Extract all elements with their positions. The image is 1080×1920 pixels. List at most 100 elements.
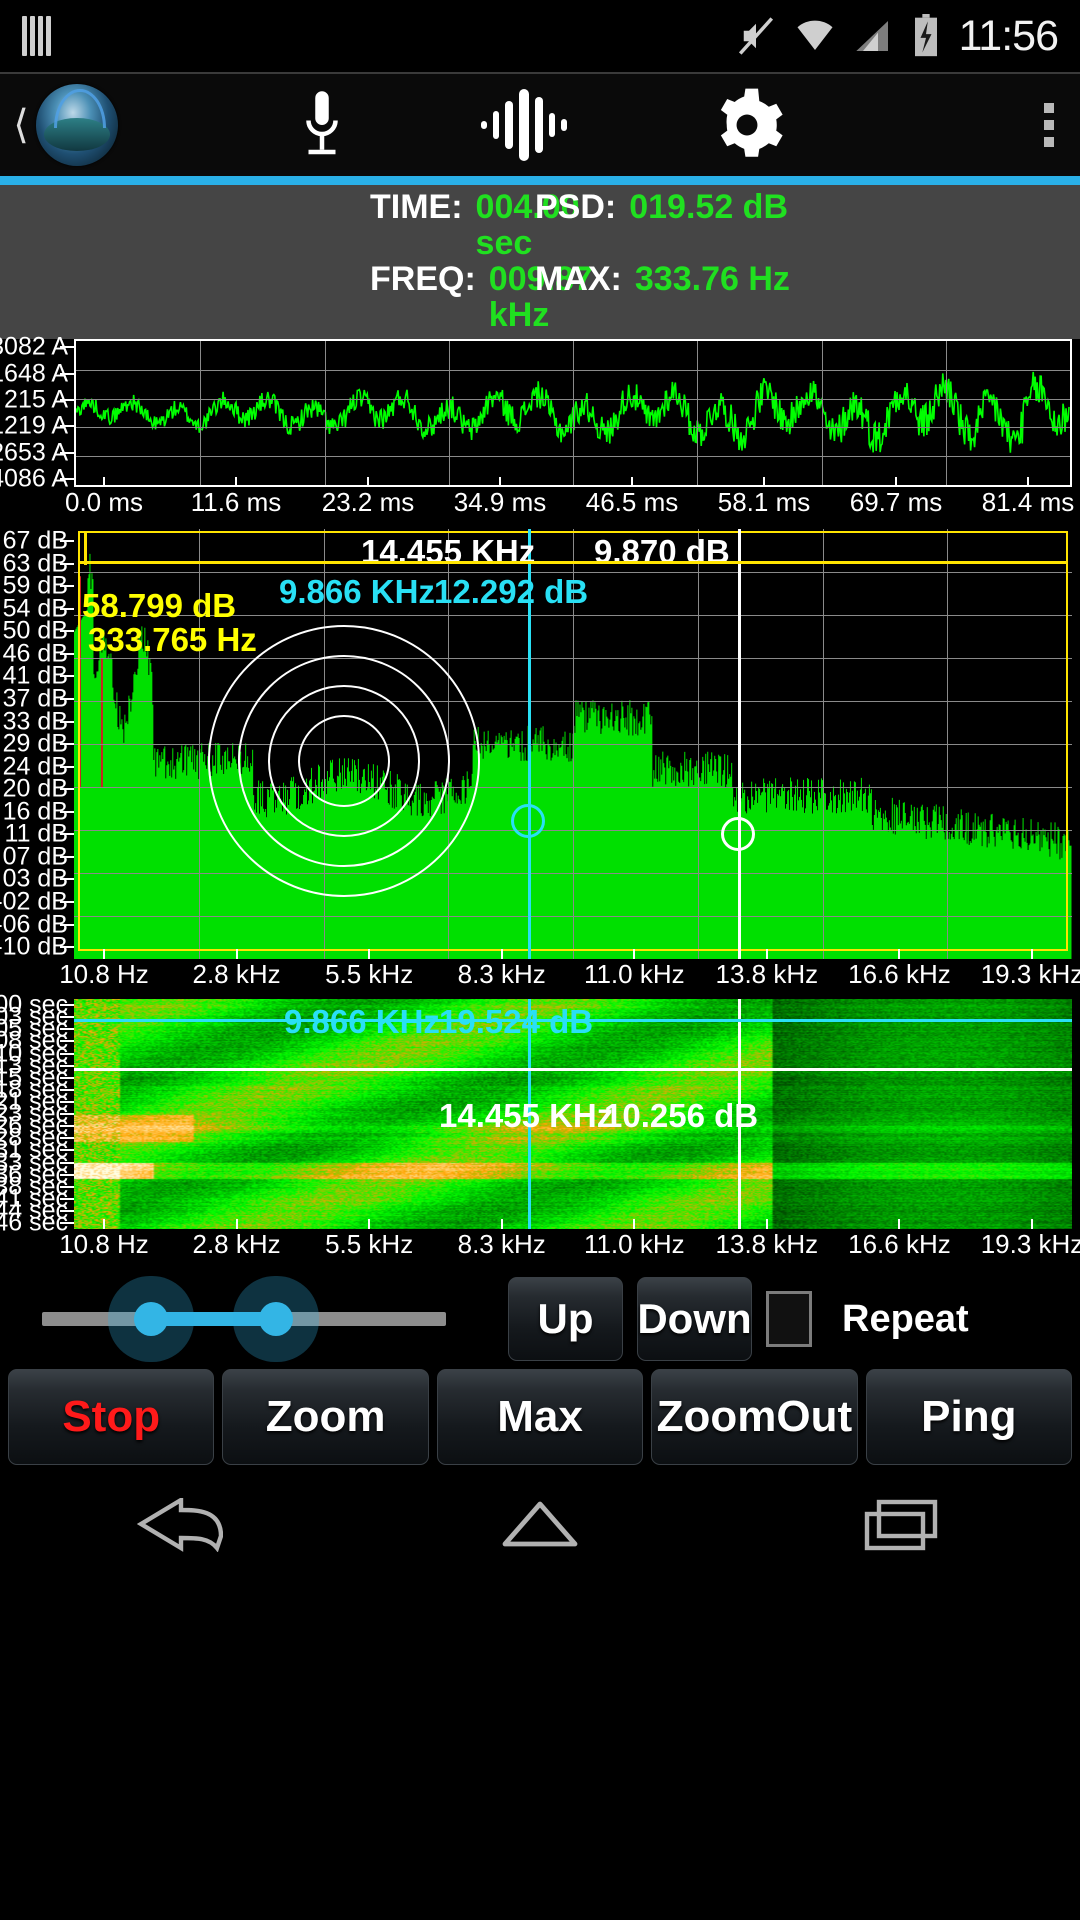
waveform-x-axis: 0.0 ms 11.6 ms 23.2 ms 34.9 ms 46.5 ms 58.1 m…: [65, 477, 1074, 527]
spectrum-peak-marker: [84, 531, 87, 565]
axis-tick-label: 16.6 kHz: [848, 959, 951, 990]
time-label: TIME:: [370, 188, 463, 226]
max-button[interactable]: Max: [436, 1369, 644, 1466]
axis-tick: [60, 720, 74, 723]
spectrogram-plot[interactable]: 9.866 KHz 19.524 dB 14.455 KHz 10.256 dB: [74, 999, 1072, 1230]
axis-tick-label: -2653 A: [0, 438, 68, 467]
slider-thumb-high[interactable]: [259, 1302, 294, 1337]
sonar-app-logo[interactable]: [36, 84, 118, 166]
spectrogram-y-axis: 000 sec003 sec005 sec008 sec010 sec013 s…: [0, 991, 74, 1237]
range-slider[interactable]: [14, 1289, 494, 1349]
axis-tick: [1031, 949, 1033, 960]
axis-tick: [60, 478, 74, 481]
grid-line: [822, 341, 823, 486]
axis-tick: [60, 743, 74, 746]
grid-line: [573, 341, 574, 486]
spectrum-peak-db: 58.799 dB: [82, 587, 237, 625]
zoomout-button[interactable]: ZoomOut: [651, 1369, 858, 1466]
battery-charging-icon: [914, 14, 937, 57]
waveform-chart[interactable]: 3082 A1648 A215 A-1219 A-2653 A-4086 A 0…: [0, 333, 1080, 529]
axis-tick-label: 3082 A: [0, 332, 68, 361]
settings-gear-icon[interactable]: [709, 87, 785, 163]
psd-label: PSD:: [535, 188, 617, 226]
axis-tick-label: 5.5 kHz: [325, 959, 414, 990]
axis-tick-label: 19.3 kHz: [980, 1229, 1080, 1260]
spectrogram-x-axis: 10.8 Hz 2.8 kHz 5.5 kHz 8.3 kHz 11.0 kHz 13.8…: [59, 1219, 1080, 1269]
repeat-label: Repeat: [842, 1297, 969, 1340]
axis-tick: [60, 810, 74, 813]
axis-tick-label: 13.8 kHz: [715, 959, 819, 990]
axis-tick: [60, 698, 74, 700]
axis-tick: [60, 788, 74, 791]
axis-tick: [60, 675, 74, 678]
stop-button[interactable]: Stop: [8, 1369, 215, 1466]
axis-tick: [60, 425, 74, 428]
down-button[interactable]: Down: [637, 1277, 752, 1362]
axis-tick: [60, 451, 74, 454]
wifi-icon: [797, 20, 833, 50]
axis-tick: [1031, 1219, 1033, 1230]
axis-tick: [60, 630, 74, 633]
back-nav-icon[interactable]: [137, 1498, 223, 1553]
slider-thumb-low[interactable]: [134, 1302, 169, 1337]
axis-tick: [60, 346, 74, 349]
microphone-icon[interactable]: [295, 87, 349, 163]
spectrum-cursor-white[interactable]: [737, 529, 741, 960]
spectrum-cyan-freq: 9.866 KHz: [279, 573, 435, 611]
axis-tick-label: 2.8 kHz: [192, 959, 281, 990]
spectrogram-white-db: 10.256 dB: [604, 1097, 759, 1135]
spectrum-y-axis: 67 dB 63 dB 59 dB 54 dB 50 dB 46 dB 41 dB 37 dB…: [0, 527, 74, 961]
spectrum-plot[interactable]: 14.455 KHz 9.870 dB 9.866 KHz 12.292 dB …: [74, 529, 1072, 960]
spectrum-x-axis: 10.8 Hz 2.8 kHz 5.5 kHz 8.3 kHz 11.0 kHz 13.8…: [59, 949, 1080, 999]
back-chevron-icon[interactable]: ⟨: [8, 105, 34, 145]
axis-tick: [60, 540, 74, 543]
axis-tick-label: 19.3 kHz: [980, 959, 1080, 990]
max-label: MAX:: [535, 260, 622, 299]
freq-label: FREQ:: [370, 260, 476, 299]
ping-button[interactable]: Ping: [865, 1369, 1073, 1466]
axis-tick: [60, 372, 74, 375]
cellular-signal-icon: [855, 21, 888, 51]
status-bar: 11:56: [0, 0, 1080, 72]
overflow-menu-icon[interactable]: [1044, 103, 1054, 147]
spectrum-peak-line: [78, 560, 1068, 564]
psd-value: 019.52 dB: [629, 188, 788, 226]
spectrum-chart[interactable]: 67 dB 63 dB 59 dB 54 dB 50 dB 46 dB 41 dB 37 dB…: [0, 527, 1080, 999]
axis-tick: [765, 949, 768, 960]
axis-tick-label: 69.7 ms: [849, 487, 943, 518]
spectrogram-time-line-white[interactable]: [74, 1067, 1072, 1071]
axis-tick: [368, 949, 371, 960]
axis-tick-label: 13.8 kHz: [715, 1229, 819, 1260]
up-button[interactable]: Up: [508, 1277, 623, 1362]
grid-line: [200, 341, 201, 486]
axis-tick: [60, 878, 74, 881]
axis-tick: [1027, 477, 1029, 488]
spectrogram-chart[interactable]: 000 sec003 sec005 sec008 sec010 sec013 s…: [0, 991, 1080, 1269]
menu-bars-icon: [22, 16, 51, 56]
axis-tick-label: -1219 A: [0, 411, 68, 440]
action-button-row: Stop Zoom Max ZoomOut Ping: [0, 1369, 1080, 1466]
waveform-plot[interactable]: [74, 339, 1072, 488]
axis-tick: [103, 1219, 105, 1230]
axis-tick: [765, 1219, 768, 1230]
axis-tick: [60, 652, 74, 655]
axis-tick-label: 10.8 Hz: [59, 959, 149, 990]
axis-tick: [235, 477, 237, 488]
axis-tick: [898, 1219, 901, 1230]
spectrum-marker-white[interactable]: [720, 817, 755, 852]
axis-tick: [898, 949, 901, 960]
waveform-icon[interactable]: [477, 89, 581, 161]
spectrum-marker-cyan[interactable]: [511, 803, 546, 838]
repeat-checkbox[interactable]: [766, 1291, 812, 1348]
axis-tick-label: 10.8 Hz: [59, 1229, 149, 1260]
accent-divider: [0, 176, 1080, 185]
recents-nav-icon[interactable]: [857, 1498, 943, 1552]
axis-tick-label: 23.2 ms: [321, 487, 415, 518]
grid-line: [697, 341, 698, 486]
grid-line: [946, 341, 947, 486]
max-value: 333.76 Hz: [634, 260, 790, 299]
grid-line: [325, 341, 326, 486]
home-nav-icon[interactable]: [497, 1498, 583, 1552]
axis-tick: [60, 765, 74, 768]
zoom-button[interactable]: Zoom: [222, 1369, 429, 1466]
